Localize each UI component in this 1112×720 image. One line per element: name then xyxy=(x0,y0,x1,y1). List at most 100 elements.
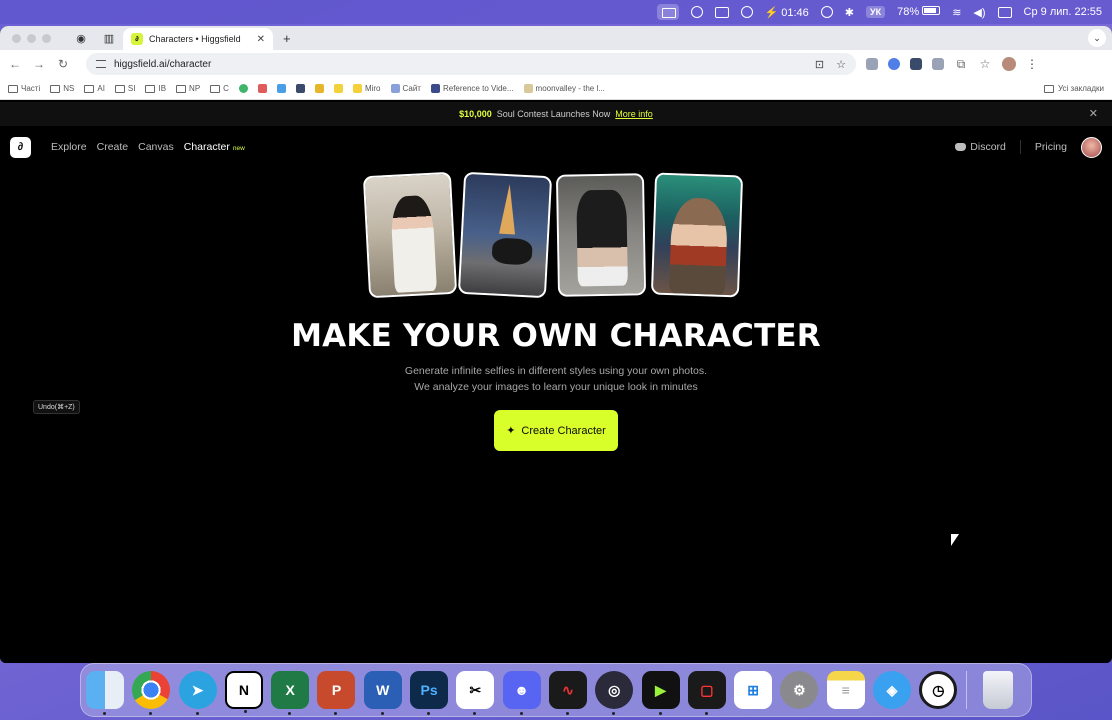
folder-icon xyxy=(84,84,95,93)
bookmark-reference[interactable]: Reference to Vide... xyxy=(430,84,514,93)
screen-share-icon[interactable] xyxy=(656,4,679,20)
safari-app-icon[interactable]: ◈ xyxy=(873,671,912,709)
banner-close-icon[interactable]: ✕ xyxy=(1089,107,1098,120)
bookmark-star-icon[interactable]: ☆ xyxy=(836,58,846,71)
extension-icon-4[interactable] xyxy=(932,58,944,70)
bookmark-favicon[interactable] xyxy=(276,84,286,93)
nav-create[interactable]: Create xyxy=(97,141,129,153)
create-character-button[interactable]: ✦ Create Character xyxy=(494,410,618,451)
control-center-icon[interactable] xyxy=(997,6,1012,18)
macos-menubar: ⚡ 01:46 ✱ УК 78% ≋ ◀) Ср 9 лип. 22:55 xyxy=(0,0,1112,24)
windows-app-icon[interactable]: ⊞ xyxy=(734,671,773,709)
excel-app-icon[interactable]: X xyxy=(271,671,310,715)
all-bookmarks[interactable]: Усі закладки xyxy=(1043,84,1104,93)
bookmark-label: NP xyxy=(189,84,201,93)
airdrop-icon[interactable] xyxy=(740,6,753,18)
extras-icon[interactable] xyxy=(690,6,703,18)
obs-app-icon[interactable]: ◎ xyxy=(595,671,634,715)
keyboard-layout[interactable]: УК xyxy=(866,6,886,18)
wifi-icon[interactable]: ≋ xyxy=(952,6,961,19)
extension-icon-3[interactable] xyxy=(910,58,922,70)
notes-app-icon[interactable]: ≡ xyxy=(826,671,865,709)
running-indicator xyxy=(243,710,247,713)
pricing-link[interactable]: Pricing xyxy=(1035,141,1067,153)
screen-recorder-app-icon[interactable]: ▢ xyxy=(687,671,726,715)
bookmark-miro[interactable]: Miro xyxy=(352,84,381,93)
user-avatar[interactable] xyxy=(1081,136,1102,158)
bookmark-favicon[interactable] xyxy=(295,84,305,93)
menubar-datetime[interactable]: Ср 9 лип. 22:55 xyxy=(1024,6,1102,18)
running-indicator xyxy=(288,712,292,715)
banner-more-info-link[interactable]: More info xyxy=(615,109,653,119)
menubar-timer[interactable]: ⚡ 01:46 xyxy=(765,6,809,19)
back-icon[interactable]: ← xyxy=(8,57,22,71)
tab-characters[interactable]: ∂ Characters • Higgsfield ✕ xyxy=(123,28,273,50)
address-bar[interactable]: higgsfield.ai/character ⊡ ☆ xyxy=(86,53,856,75)
pinned-tab-1[interactable]: ◉ xyxy=(67,28,95,48)
bookmark-label: Reference to Vide... xyxy=(442,84,514,93)
new-tab-button[interactable]: + xyxy=(283,31,291,46)
browser-menu-icon[interactable]: ⋮ xyxy=(1026,57,1038,71)
extension-icon-1[interactable] xyxy=(866,58,878,70)
notion-app-icon[interactable]: N xyxy=(224,671,263,713)
zoom-window-button[interactable] xyxy=(42,33,51,43)
clock-app-icon[interactable]: ◷ xyxy=(919,671,958,709)
nav-explore[interactable]: Explore xyxy=(51,141,87,153)
running-indicator xyxy=(658,712,662,715)
bluetooth-icon[interactable]: ✱ xyxy=(845,6,854,19)
nav-canvas[interactable]: Canvas xyxy=(138,141,174,153)
bookmark-site[interactable]: Сайт xyxy=(390,84,421,93)
finder-app-icon[interactable] xyxy=(86,671,124,715)
bookmark-folder[interactable]: NS xyxy=(50,84,74,93)
chrome-app-icon[interactable] xyxy=(132,671,171,715)
tab-close-icon[interactable]: ✕ xyxy=(257,34,265,45)
voice-recorder-app-icon[interactable]: ∿ xyxy=(548,671,587,715)
capcut-app-icon[interactable]: ✂ xyxy=(456,671,495,715)
pinned-tab-2[interactable]: ▥ xyxy=(95,28,123,48)
sparkle-icon: ✦ xyxy=(506,425,516,437)
site-info-icon[interactable] xyxy=(96,60,106,68)
discord-app-icon[interactable]: ☻ xyxy=(502,671,541,715)
battery-status[interactable]: 78% xyxy=(897,6,941,18)
app-status-icon[interactable] xyxy=(714,6,729,18)
bookmark-folder[interactable]: SI xyxy=(114,84,135,93)
bookmark-favicon[interactable] xyxy=(238,84,248,93)
filmora-app-icon[interactable]: ▶ xyxy=(641,671,680,715)
banner-text: Soul Contest Launches Now xyxy=(496,109,611,119)
bookmark-folder[interactable]: IB xyxy=(145,84,166,93)
profile-avatar[interactable] xyxy=(1002,57,1016,71)
banner-prize: $10,000 xyxy=(459,109,492,119)
mouse-cursor-icon xyxy=(951,534,959,546)
bookmark-favicon[interactable] xyxy=(333,84,343,93)
word-app-icon[interactable]: W xyxy=(363,671,402,715)
bookmark-folder[interactable]: Часті xyxy=(8,84,40,93)
tab-search-icon[interactable]: ⌄ xyxy=(1088,29,1106,47)
bookmark-folder[interactable]: C xyxy=(210,84,229,93)
extension-icon-2[interactable] xyxy=(888,58,900,70)
reload-icon[interactable]: ↻ xyxy=(56,57,70,71)
trash-icon[interactable] xyxy=(982,671,1013,709)
character-photo-collage xyxy=(0,171,1112,302)
minimize-window-button[interactable] xyxy=(27,33,36,43)
bookmark-folder[interactable]: AI xyxy=(84,84,105,93)
bookmark-favicon[interactable] xyxy=(314,84,324,93)
install-app-icon[interactable]: ⊡ xyxy=(815,58,824,71)
moonvalley-favicon xyxy=(523,84,533,93)
photoshop-app-icon[interactable]: Ps xyxy=(410,671,449,715)
powerpoint-app-icon[interactable]: P xyxy=(317,671,356,715)
higgsfield-logo[interactable]: ∂ xyxy=(10,136,31,158)
nav-character[interactable]: Character new xyxy=(184,141,245,153)
reading-list-icon[interactable]: ☆ xyxy=(978,57,992,71)
bookmark-moonvalley[interactable]: moonvalley - the l... xyxy=(523,84,605,93)
bookmark-folder[interactable]: NP xyxy=(176,84,200,93)
volume-icon[interactable]: ◀) xyxy=(973,6,985,19)
telegram-app-icon[interactable]: ➤ xyxy=(178,671,217,715)
bookmark-favicon[interactable] xyxy=(257,84,267,93)
close-window-button[interactable] xyxy=(12,33,21,43)
play-icon[interactable] xyxy=(820,6,833,18)
extensions-puzzle-icon[interactable]: ⧉ xyxy=(954,57,968,72)
system-settings-app-icon[interactable]: ⚙ xyxy=(780,671,819,709)
discord-link[interactable]: Discord xyxy=(955,141,1006,153)
forward-icon[interactable]: → xyxy=(32,57,46,71)
bookmark-label: C xyxy=(223,84,229,93)
